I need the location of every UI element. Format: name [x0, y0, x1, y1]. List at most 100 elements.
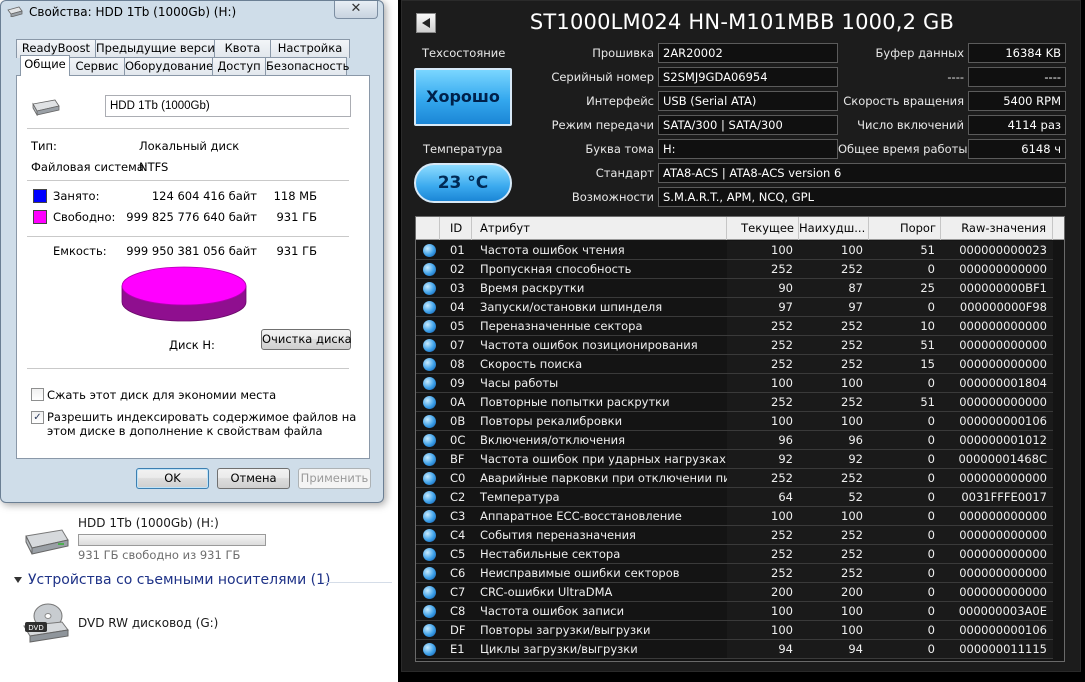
smart-row[interactable]: C5 Нестабильные сектора 252 252 0 00000000000…	[416, 545, 1064, 564]
removable-section-header[interactable]: Устройства со съемными носителями (1)	[14, 572, 330, 588]
cell-threshold: 15	[869, 355, 941, 374]
cell-raw: 000000000000	[941, 260, 1053, 279]
cell-worst: 252	[799, 564, 869, 583]
cell-id: E1	[440, 640, 472, 659]
dvd-badge: DVD	[28, 624, 43, 632]
status-good-icon	[423, 624, 436, 637]
smart-row[interactable]: C7 CRC-ошибки UltraDMA 200 200 0 000000000000	[416, 583, 1064, 602]
cell-worst: 100	[799, 602, 869, 621]
tabs-row-2: Общие Сервис Оборудование Доступ Безопас…	[20, 55, 349, 76]
cell-id: 05	[440, 317, 472, 336]
collapse-triangle-icon	[14, 577, 22, 583]
header-raw[interactable]: Raw-значения	[941, 217, 1053, 240]
smart-row[interactable]: C2 Температура 64 52 0 0031FFFE0017	[416, 488, 1064, 507]
health-status-badge[interactable]: Хорошо	[414, 68, 512, 126]
interface-label: Интерфейс	[586, 94, 654, 108]
free-bytes: 999 825 776 640 байт	[126, 210, 257, 224]
smart-row[interactable]: 04 Запуски/остановки шпинделя 97 97 0 0000000…	[416, 298, 1064, 317]
tab-general[interactable]: Общие	[20, 55, 70, 76]
cell-attribute: Время раскрутки	[472, 279, 727, 298]
compress-checkbox[interactable]	[31, 388, 44, 401]
cell-raw: 00000001468C	[941, 450, 1053, 469]
explorer-dvd-item[interactable]: DVD DVD RW дисковод (G:)	[22, 598, 392, 646]
status-good-icon	[423, 548, 436, 561]
smart-row[interactable]: 01 Частота ошибок чтения 100 100 51 000000000…	[416, 241, 1064, 260]
header-id[interactable]: ID	[440, 217, 472, 240]
header-threshold[interactable]: Порог	[869, 217, 941, 240]
header-status	[416, 217, 440, 240]
smart-row[interactable]: 03 Время раскрутки 90 87 25 000000000BF1	[416, 279, 1064, 298]
smart-row[interactable]: 05 Переназначенные сектора 252 252 10 0000000…	[416, 317, 1064, 336]
smart-row[interactable]: C0 Аварийные парковки при отключении пи..…	[416, 469, 1064, 488]
cell-threshold: 25	[869, 279, 941, 298]
smart-row[interactable]: 09 Часы работы 100 100 0 000000001804	[416, 374, 1064, 393]
smart-row[interactable]: 0C Включения/отключения 96 96 0 000000001012	[416, 431, 1064, 450]
rotation-label: Скорость вращения	[843, 94, 964, 108]
status-good-icon	[423, 472, 436, 485]
header-attribute[interactable]: Атрибут	[472, 217, 727, 240]
used-bytes: 124 604 416 байт	[151, 189, 257, 203]
cell-current: 252	[727, 469, 799, 488]
smart-row[interactable]: BF Частота ошибок при ударных нагрузках 92…	[416, 450, 1064, 469]
cell-id: C8	[440, 602, 472, 621]
close-button[interactable]: ✕	[334, 1, 378, 19]
cell-id: 01	[440, 241, 472, 260]
cell-raw: 000000000BF1	[941, 279, 1053, 298]
cell-raw: 000000000106	[941, 621, 1053, 640]
apply-button[interactable]: Применить	[298, 468, 371, 489]
cell-threshold: 0	[869, 469, 941, 488]
close-icon: ✕	[350, 1, 362, 16]
header-worst[interactable]: Наихудш...	[799, 217, 869, 240]
cell-threshold: 0	[869, 374, 941, 393]
cell-attribute: Температура	[472, 488, 727, 507]
drive-label-input[interactable]	[105, 95, 351, 117]
smart-row[interactable]: 07 Частота ошибок позиционирования 252 252 5…	[416, 336, 1064, 355]
checkmark-icon: ✓	[33, 412, 42, 423]
capacity-bytes: 999 950 381 056 байт	[126, 244, 257, 258]
rotation-value: 5400 RPM	[968, 91, 1066, 111]
tab-previous-versions[interactable]: Предыдущие версии	[95, 39, 222, 58]
cell-threshold: 0	[869, 583, 941, 602]
type-value: Локальный диск	[139, 139, 240, 153]
smart-row[interactable]: C6 Неисправимые ошибки секторов 252 252 0 000…	[416, 564, 1064, 583]
tab-customize[interactable]: Настройка	[270, 39, 350, 58]
interface-value: USB (Serial ATA)	[658, 91, 838, 111]
tab-tools[interactable]: Сервис	[69, 57, 125, 76]
cell-current: 252	[727, 526, 799, 545]
cell-worst: 252	[799, 469, 869, 488]
cell-attribute: Пропускная способность	[472, 260, 727, 279]
cell-threshold: 0	[869, 431, 941, 450]
tab-sharing[interactable]: Доступ	[212, 57, 266, 76]
unknown-value: ----	[968, 67, 1066, 87]
cell-current: 252	[727, 317, 799, 336]
disk-cleanup-button[interactable]: Очистка диска	[261, 329, 352, 350]
ok-button[interactable]: OK	[136, 468, 209, 489]
pie-top	[121, 266, 247, 306]
cell-attribute: Запуски/остановки шпинделя	[472, 298, 727, 317]
tab-quota[interactable]: Квота	[214, 39, 271, 58]
cancel-button[interactable]: Отмена	[217, 468, 290, 489]
cell-threshold: 0	[869, 260, 941, 279]
index-checkbox[interactable]: ✓	[31, 411, 44, 424]
firmware-label: Прошивка	[592, 46, 654, 60]
tab-hardware[interactable]: Оборудование	[124, 57, 213, 76]
cell-raw: 000000000000	[941, 469, 1053, 488]
temperature-badge[interactable]: 23 °C	[414, 163, 512, 203]
status-good-icon	[423, 282, 436, 295]
status-good-icon	[423, 339, 436, 352]
smart-row[interactable]: C8 Частота ошибок записи 100 100 0 000000003A…	[416, 602, 1064, 621]
smart-row[interactable]: C3 Аппаратное ECC-восстановление 100 100 0 00…	[416, 507, 1064, 526]
smart-row[interactable]: 0A Повторные попытки раскрутки 252 252 51 000…	[416, 393, 1064, 412]
cell-threshold: 0	[869, 507, 941, 526]
smart-row[interactable]: E1 Циклы загрузки/выгрузки 94 94 0 0000000111…	[416, 640, 1064, 659]
smart-row[interactable]: 02 Пропускная способность 252 252 0 000000000…	[416, 260, 1064, 279]
header-current[interactable]: Текущее	[727, 217, 799, 240]
explorer-drive-free: 931 ГБ свободно из 931 ГБ	[78, 548, 241, 562]
smart-row[interactable]: DF Повторы загрузки/выгрузки 100 100 0 000000…	[416, 621, 1064, 640]
smart-row[interactable]: 0B Повторы рекалибровки 100 100 0 00000000010…	[416, 412, 1064, 431]
smart-row[interactable]: C4 События переназначения 252 252 0 000000000…	[416, 526, 1064, 545]
smart-row[interactable]: 08 Скорость поиска 252 252 15 000000000000	[416, 355, 1064, 374]
explorer-drive-item[interactable]: HDD 1Tb (1000Gb) (H:) 931 ГБ свободно из…	[22, 514, 392, 566]
tab-security[interactable]: Безопасность	[265, 57, 349, 76]
disk-info-window: ST1000LM024 HN-M101MBB 1000,2 GB Техсост…	[398, 0, 1085, 682]
